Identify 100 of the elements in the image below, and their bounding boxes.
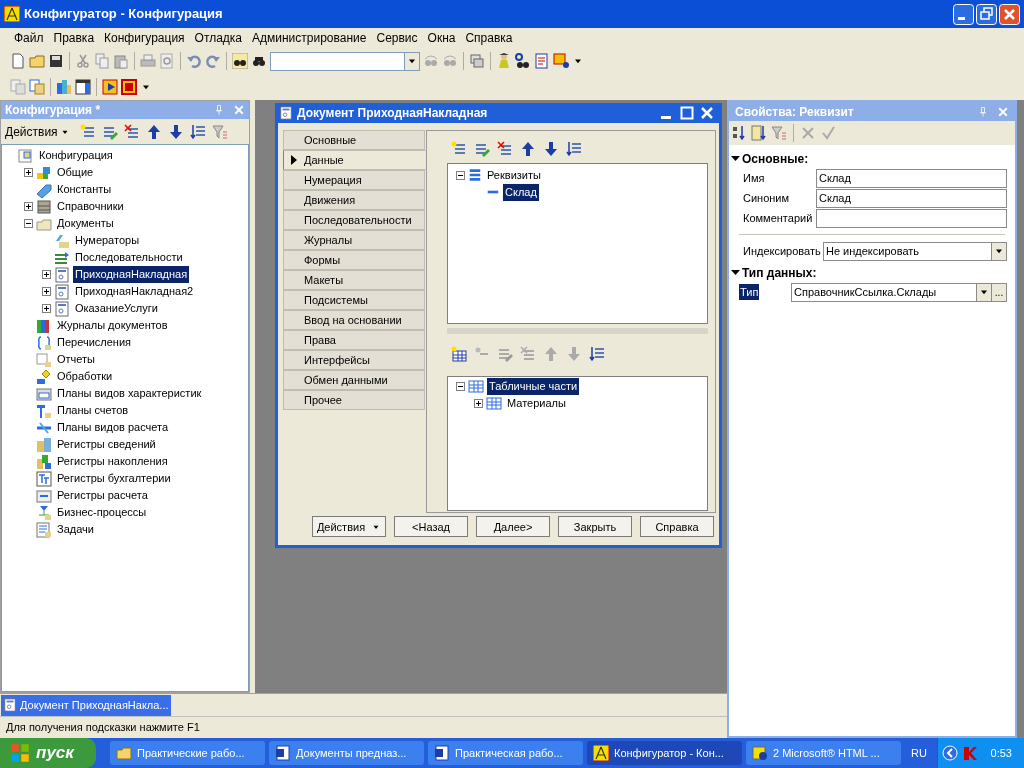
- menu-item[interactable]: Правка: [53, 29, 95, 47]
- tree-item[interactable]: Склад: [503, 184, 539, 201]
- menu-item[interactable]: Сервис: [376, 29, 418, 47]
- tree-item[interactable]: ПриходнаяНакладная: [73, 266, 190, 283]
- table-add-icon[interactable]: [451, 345, 467, 362]
- scissors-icon[interactable]: [75, 53, 91, 69]
- tree-item[interactable]: Последовательности: [73, 249, 185, 266]
- tab[interactable]: Нумерация: [283, 169, 425, 190]
- tree-item[interactable]: ПриходнаяНакладная2: [73, 283, 196, 300]
- sort-icon[interactable]: [189, 123, 206, 140]
- windows-icon[interactable]: [469, 53, 485, 69]
- tab[interactable]: Данные: [283, 149, 426, 170]
- input-field[interactable]: [816, 208, 1007, 228]
- section-header[interactable]: Основные:: [742, 149, 809, 168]
- menu-item[interactable]: Отладка: [194, 29, 243, 47]
- tab[interactable]: Последовательности: [283, 209, 425, 230]
- redo-icon[interactable]: [205, 53, 221, 69]
- tab[interactable]: Основные: [283, 129, 425, 150]
- tree-item[interactable]: Конфигурация: [37, 147, 115, 164]
- categories-icon[interactable]: [751, 125, 767, 141]
- badge-icon[interactable]: [121, 79, 137, 95]
- expand-toggle[interactable]: [42, 304, 51, 313]
- expand-toggle[interactable]: [24, 202, 33, 211]
- taskbar-button[interactable]: 2 Microsoft® HTML ...: [746, 741, 901, 765]
- tab[interactable]: Макеты: [283, 269, 425, 290]
- blocks-icon[interactable]: [56, 79, 72, 95]
- tree-item[interactable]: Задачи: [55, 521, 96, 538]
- menu-item[interactable]: Конфигурация: [104, 29, 185, 47]
- tree-item[interactable]: Отчеты: [55, 351, 98, 368]
- language-indicator[interactable]: RU: [905, 744, 933, 762]
- button[interactable]: Закрыть: [558, 516, 632, 538]
- clipboard-icon[interactable]: [113, 53, 129, 69]
- window-icon[interactable]: [75, 79, 91, 95]
- minimize-button[interactable]: [953, 3, 974, 25]
- tab[interactable]: Формы: [283, 249, 425, 270]
- restore-button[interactable]: [976, 3, 997, 25]
- arrow-down-icon[interactable]: [543, 140, 559, 157]
- combo-field[interactable]: СправочникСсылка.Склады ...: [791, 282, 1007, 302]
- chevron-icon[interactable]: [941, 745, 958, 761]
- arrow-down-icon[interactable]: [167, 123, 184, 140]
- badge-icon[interactable]: [553, 53, 569, 69]
- document-icon[interactable]: [10, 53, 26, 69]
- expand-toggle[interactable]: [456, 170, 465, 180]
- binoculars-icon[interactable]: [515, 53, 531, 69]
- section-header[interactable]: Тип данных:: [742, 263, 817, 282]
- expand-toggle[interactable]: [474, 398, 483, 408]
- menu-item[interactable]: Файл: [14, 29, 44, 47]
- combo-field[interactable]: Не индексировать: [823, 241, 1007, 261]
- tab[interactable]: Обмен данными: [283, 369, 425, 390]
- taskbar-button[interactable]: Практические рабо...: [110, 741, 265, 765]
- list-delete-icon[interactable]: [123, 123, 140, 140]
- taskbar-button[interactable]: Практическая рабо...: [428, 741, 583, 765]
- input-field[interactable]: Склад: [816, 188, 1007, 208]
- tab[interactable]: Ввод на основании: [283, 309, 425, 330]
- button[interactable]: Действия: [312, 516, 386, 538]
- tree-item[interactable]: Материалы: [505, 395, 568, 412]
- arrow-up-icon[interactable]: [145, 123, 162, 140]
- close-button[interactable]: [700, 105, 714, 120]
- button[interactable]: Справка: [640, 516, 714, 538]
- list-add-icon[interactable]: [79, 123, 96, 140]
- menu-item[interactable]: Окна: [427, 29, 456, 47]
- person-icon[interactable]: [496, 53, 512, 69]
- close-button[interactable]: [999, 3, 1020, 25]
- documents-icon[interactable]: [29, 79, 45, 95]
- filter-icon[interactable]: [211, 123, 228, 140]
- expand-toggle[interactable]: [456, 381, 465, 391]
- menu-item[interactable]: Администрирование: [252, 29, 367, 47]
- arrow-up-icon[interactable]: [520, 140, 536, 157]
- sort-az-icon[interactable]: [731, 125, 747, 141]
- tree-item[interactable]: Перечисления: [55, 334, 133, 351]
- tree-item[interactable]: Регистры накопления: [55, 453, 170, 470]
- expand-toggle[interactable]: [42, 287, 51, 296]
- check-icon[interactable]: [820, 125, 836, 141]
- expand-toggle[interactable]: [24, 168, 33, 177]
- tab[interactable]: Права: [283, 329, 425, 350]
- scrollbar[interactable]: [1017, 100, 1024, 738]
- button[interactable]: Далее>: [476, 516, 550, 538]
- tab[interactable]: Движения: [283, 189, 425, 210]
- tab[interactable]: Журналы: [283, 229, 425, 250]
- input-field[interactable]: Склад: [816, 168, 1007, 188]
- tree-item[interactable]: Табличные части: [487, 378, 580, 395]
- sort-icon[interactable]: [589, 345, 605, 362]
- tree-item[interactable]: Справочники: [55, 198, 126, 215]
- tab[interactable]: Интерфейсы: [283, 349, 425, 370]
- magnifier-icon[interactable]: [159, 53, 175, 69]
- tree-item[interactable]: Планы видов характеристик: [55, 385, 204, 402]
- collapse-toggle[interactable]: [731, 154, 740, 163]
- tree-item[interactable]: Обработки: [55, 368, 115, 385]
- list-delete-icon[interactable]: [497, 140, 513, 157]
- window-tab[interactable]: Документ ПриходнаяНакла...: [1, 694, 171, 716]
- shield-icon[interactable]: [961, 745, 978, 761]
- tree-item[interactable]: Планы счетов: [55, 402, 131, 419]
- maximize-button[interactable]: [680, 105, 694, 120]
- binoculars-icon[interactable]: [232, 53, 248, 69]
- tree-item[interactable]: ОказаниеУслуги: [73, 300, 160, 317]
- tree-item[interactable]: Планы видов расчета: [55, 419, 171, 436]
- start-button[interactable]: пуск: [0, 738, 96, 768]
- sort-icon[interactable]: [566, 140, 582, 157]
- expand-toggle[interactable]: [42, 270, 51, 279]
- button[interactable]: <Назад: [394, 516, 468, 538]
